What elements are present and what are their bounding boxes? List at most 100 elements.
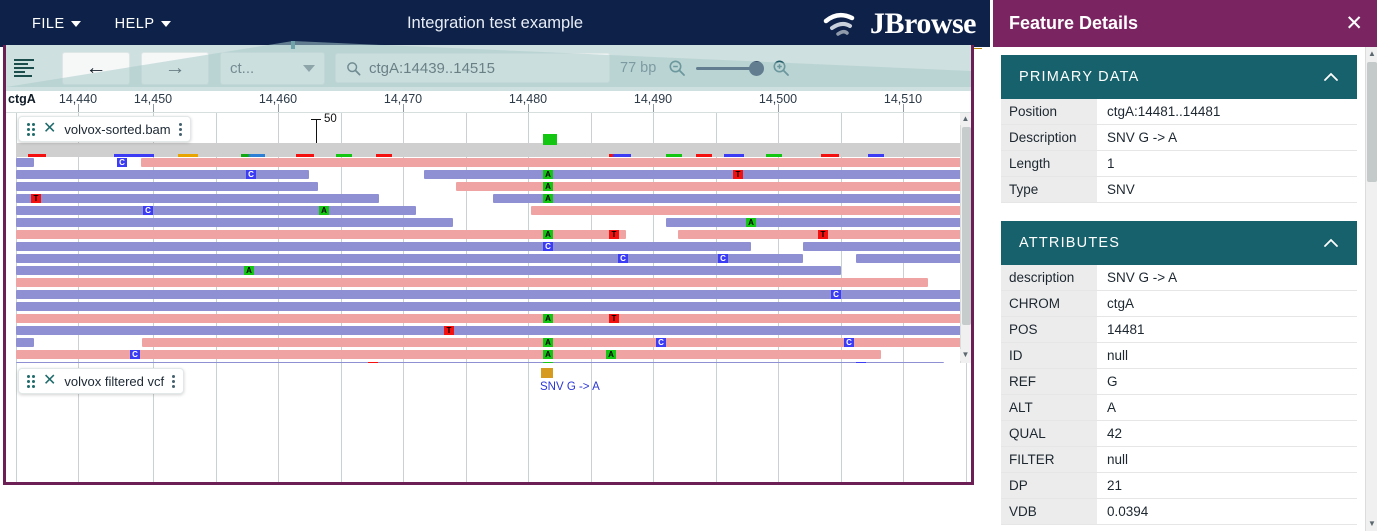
close-icon[interactable]: ✕: [43, 373, 56, 389]
read-alignment[interactable]: [16, 242, 751, 251]
track-label-variants[interactable]: ✕ volvox filtered vcf: [18, 368, 185, 394]
read-alignment[interactable]: [16, 230, 626, 239]
drag-handle-icon[interactable]: [27, 374, 35, 388]
scroll-down-arrow-icon[interactable]: ▼: [960, 349, 971, 361]
menu-file[interactable]: FILE: [22, 10, 91, 38]
read-alignment[interactable]: [16, 290, 966, 299]
table-row: ALT A: [1001, 394, 1357, 421]
track-menu-icon[interactable]: [172, 374, 176, 388]
read-alignment[interactable]: [16, 254, 803, 263]
drawer-scroll-thumb[interactable]: [1367, 62, 1377, 182]
read-alignment[interactable]: [531, 206, 966, 215]
snp-marker-a[interactable]: A: [543, 194, 553, 203]
snp-marker-a[interactable]: A: [606, 350, 616, 359]
location-search-box[interactable]: ctgA:14439..14515: [335, 53, 610, 83]
read-alignment[interactable]: [141, 158, 966, 167]
scroll-up-arrow-icon[interactable]: ▲: [1366, 47, 1377, 60]
snp-marker-c[interactable]: C: [117, 158, 127, 167]
section-header-attributes[interactable]: ATTRIBUTES: [1001, 221, 1357, 265]
read-alignment[interactable]: [16, 206, 416, 215]
pileup-scroll-thumb[interactable]: [962, 127, 971, 325]
drawer-scrollbar[interactable]: ▲ ▼: [1365, 47, 1377, 531]
close-icon[interactable]: ✕: [1345, 13, 1363, 34]
coverage-snp-marker: [724, 154, 744, 157]
read-alignment[interactable]: [856, 254, 966, 263]
pan-right-button[interactable]: →: [141, 51, 209, 85]
browser-pane: 10,00020,00030,00040,000 FILE HELP Integ…: [0, 0, 990, 531]
snp-marker-c[interactable]: C: [246, 170, 256, 179]
search-input[interactable]: ctgA:14439..14515: [369, 60, 495, 77]
track-selector-icon[interactable]: [14, 57, 40, 79]
read-alignment[interactable]: [456, 182, 966, 191]
coordinate-ruler[interactable]: ctgA 14,440 14,450 14,460 14,470 14,480 14,49…: [6, 91, 971, 113]
arrow-right-icon: →: [164, 56, 186, 79]
read-alignment[interactable]: [16, 158, 34, 167]
read-alignment[interactable]: [16, 170, 309, 179]
read-alignment[interactable]: [142, 338, 966, 347]
table-row: Position ctgA:14481..14481: [1001, 99, 1357, 125]
snp-marker-a[interactable]: A: [244, 266, 254, 275]
close-icon[interactable]: ✕: [43, 121, 56, 137]
snp-marker-c[interactable]: C: [718, 254, 728, 263]
coverage-max-label: 50: [324, 113, 337, 125]
section-header-primary-data[interactable]: PRIMARY DATA: [1001, 55, 1357, 99]
read-alignment[interactable]: [424, 170, 966, 179]
pan-left-button[interactable]: ←: [62, 51, 130, 85]
pileup-reads[interactable]: CCATATACAAATTCCCACATTACCCAATACACTAATGCA: [6, 158, 971, 363]
zoom-in-icon[interactable]: [772, 59, 790, 77]
read-alignment[interactable]: [16, 314, 966, 323]
snp-marker-a[interactable]: A: [543, 182, 553, 191]
snp-marker-a[interactable]: A: [543, 350, 553, 359]
snp-marker-c[interactable]: C: [618, 254, 628, 263]
zoom-slider-knob[interactable]: [749, 60, 765, 76]
read-alignment[interactable]: [16, 266, 841, 275]
read-alignment[interactable]: [16, 326, 966, 335]
snp-marker-t[interactable]: T: [31, 194, 41, 203]
snp-marker-t[interactable]: T: [609, 230, 619, 239]
snp-marker-a[interactable]: A: [543, 338, 553, 347]
read-alignment[interactable]: [16, 338, 34, 347]
read-alignment[interactable]: [803, 242, 966, 251]
read-alignment[interactable]: [16, 350, 881, 359]
variant-feature-box[interactable]: [541, 368, 553, 378]
snp-marker-t[interactable]: T: [609, 314, 619, 323]
snp-marker-a[interactable]: A: [319, 206, 329, 215]
track-menu-icon[interactable]: [178, 122, 182, 136]
menu-help[interactable]: HELP: [105, 10, 181, 38]
snp-marker-t[interactable]: T: [733, 170, 743, 179]
read-alignment[interactable]: [16, 302, 966, 311]
snp-marker-t[interactable]: T: [444, 326, 454, 335]
scroll-up-arrow-icon[interactable]: ▲: [960, 113, 971, 125]
scroll-down-arrow-icon[interactable]: ▼: [1366, 517, 1377, 530]
pileup-scrollbar[interactable]: ▲ ▼: [960, 113, 971, 363]
attribute-value: 42: [1107, 426, 1123, 441]
read-alignment[interactable]: [666, 218, 966, 227]
read-alignment[interactable]: [16, 182, 318, 191]
variant-feature-label[interactable]: SNV G -> A: [540, 381, 600, 393]
read-alignment[interactable]: [16, 278, 928, 287]
snp-marker-c[interactable]: C: [831, 290, 841, 299]
snp-marker-c[interactable]: C: [844, 338, 854, 347]
linear-genome-view: ← → ct... ctgA:14439..14515 77 bp ctgA 1…: [3, 41, 974, 485]
snp-marker-c[interactable]: C: [143, 206, 153, 215]
snp-marker-c[interactable]: C: [656, 338, 666, 347]
snp-marker-t[interactable]: T: [818, 230, 828, 239]
coverage-snp-marker: [249, 154, 265, 157]
refseq-dropdown[interactable]: ct...: [220, 51, 325, 85]
zoom-slider[interactable]: [696, 60, 765, 76]
read-alignment[interactable]: [493, 194, 966, 203]
read-alignment[interactable]: [16, 194, 379, 203]
snp-marker-a[interactable]: A: [543, 314, 553, 323]
snp-marker-a[interactable]: A: [543, 230, 553, 239]
drag-handle-icon[interactable]: [27, 122, 35, 136]
snp-marker-a[interactable]: A: [543, 170, 553, 179]
snp-marker-a[interactable]: A: [746, 218, 756, 227]
zoom-out-icon[interactable]: [668, 59, 686, 77]
snp-marker-c[interactable]: C: [543, 242, 553, 251]
snp-marker-c[interactable]: C: [130, 350, 140, 359]
table-row: Length 1: [1001, 150, 1357, 177]
read-alignment[interactable]: [16, 218, 453, 227]
track-label-alignments[interactable]: ✕ volvox-sorted.bam: [18, 116, 191, 142]
jbrowse-logo-icon: [823, 12, 855, 36]
chevron-down-icon: [160, 20, 171, 27]
